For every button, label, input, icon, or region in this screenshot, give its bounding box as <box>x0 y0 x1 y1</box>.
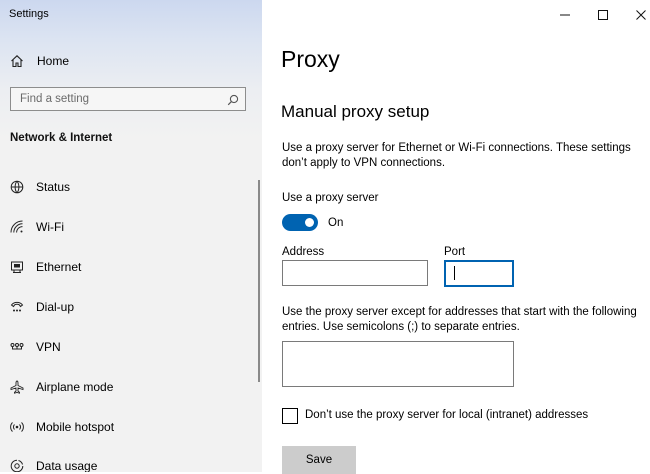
search-input[interactable]: Find a setting <box>10 87 246 111</box>
section-title: Network & Internet <box>10 132 113 144</box>
home-label: Home <box>37 54 70 68</box>
dialup-icon <box>10 300 24 314</box>
sidebar-item-label: Dial-up <box>36 300 75 314</box>
address-input[interactable] <box>282 260 428 286</box>
section-heading: Manual proxy setup <box>281 102 430 121</box>
exceptions-input[interactable] <box>282 341 514 387</box>
sidebar-item-vpn[interactable]: VPN <box>0 330 258 364</box>
search-icon[interactable] <box>227 93 239 106</box>
toggle-state-label: On <box>328 217 344 229</box>
sidebar-item-status[interactable]: Status <box>0 170 258 204</box>
sidebar-item-label: VPN <box>36 340 61 354</box>
use-proxy-toggle[interactable] <box>282 214 318 231</box>
sidebar-item-label: Wi-Fi <box>36 220 64 234</box>
sidebar-item-wifi[interactable]: Wi-Fi <box>0 210 258 244</box>
ethernet-icon <box>10 260 24 274</box>
sidebar-item-airplane[interactable]: Airplane mode <box>0 370 258 404</box>
wifi-icon <box>10 220 24 234</box>
save-button[interactable]: Save <box>282 446 356 474</box>
minimize-icon <box>560 14 570 16</box>
close-button[interactable] <box>622 0 650 30</box>
airplane-icon <box>10 380 24 394</box>
use-proxy-label: Use a proxy server <box>282 192 379 204</box>
proxy-description: Use a proxy server for Ethernet or Wi-Fi… <box>282 142 631 169</box>
maximize-button[interactable] <box>584 0 622 30</box>
sidebar-item-label: Mobile hotspot <box>36 420 115 434</box>
sidebar: Settings Home Find a setting Network & I… <box>0 0 262 472</box>
vpn-icon <box>10 340 24 354</box>
search-placeholder: Find a setting <box>20 93 90 105</box>
text-cursor <box>454 266 455 280</box>
sidebar-item-label: Status <box>36 180 71 194</box>
status-icon <box>10 180 24 194</box>
sidebar-item-data-usage[interactable]: Data usage <box>0 449 258 472</box>
page-title: Proxy <box>281 46 340 72</box>
minimize-button[interactable] <box>546 0 584 30</box>
sidebar-item-dialup[interactable]: Dial-up <box>0 290 258 324</box>
hotspot-icon <box>10 420 24 434</box>
sidebar-item-label: Ethernet <box>36 260 82 274</box>
sidebar-item-ethernet[interactable]: Ethernet <box>0 250 258 284</box>
app-title: Settings <box>9 8 49 20</box>
sidebar-item-label: Airplane mode <box>36 380 114 394</box>
close-icon <box>636 10 646 20</box>
toggle-knob <box>305 218 314 227</box>
sidebar-item-mobile-hotspot[interactable]: Mobile hotspot <box>0 410 258 444</box>
address-label: Address <box>282 246 325 258</box>
home-icon <box>10 54 24 68</box>
port-input[interactable] <box>444 260 514 287</box>
local-addresses-checkbox[interactable] <box>282 408 298 424</box>
port-label: Port <box>444 246 466 258</box>
sidebar-scrollbar[interactable] <box>258 180 260 382</box>
maximize-icon <box>598 10 608 20</box>
sidebar-item-label: Data usage <box>36 459 98 472</box>
local-addresses-label[interactable]: Don’t use the proxy server for local (in… <box>305 409 588 421</box>
data-usage-icon <box>10 459 24 472</box>
exceptions-description: Use the proxy server except for addresse… <box>282 306 637 333</box>
